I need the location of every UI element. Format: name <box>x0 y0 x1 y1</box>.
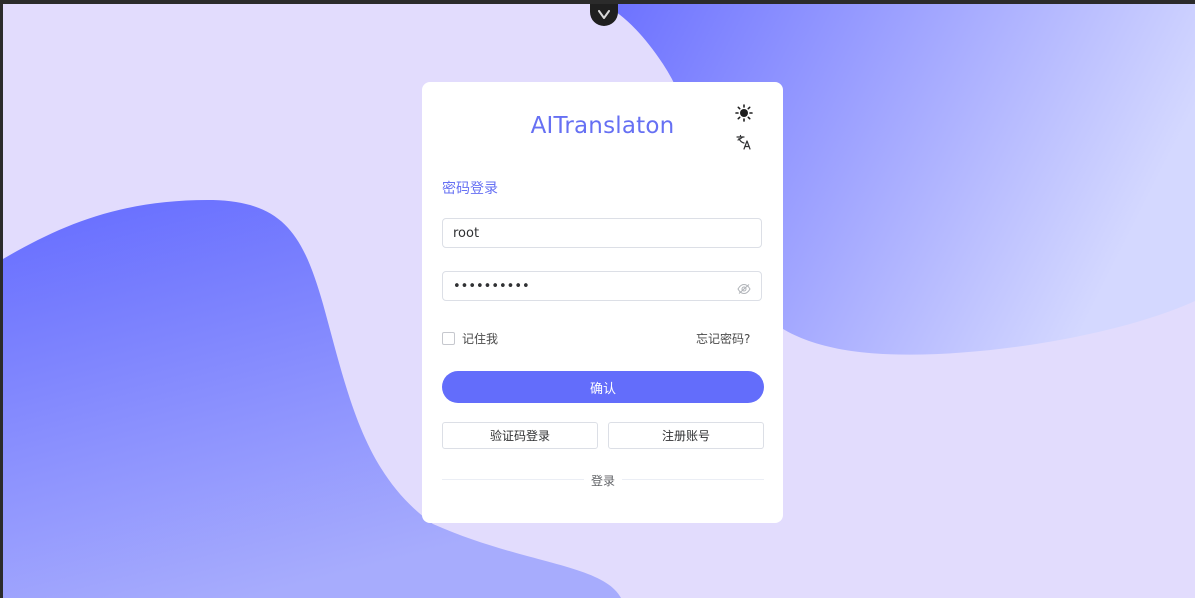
username-field[interactable] <box>442 218 762 248</box>
language-toggle[interactable] <box>735 133 753 151</box>
password-input[interactable] <box>453 272 723 300</box>
divider-label: 登录 <box>590 474 615 488</box>
remember-checkbox[interactable] <box>442 332 455 345</box>
register-button[interactable]: 注册账号 <box>608 422 764 449</box>
app-title: AITranslaton <box>530 113 675 139</box>
confirm-button[interactable]: 确认 <box>442 371 764 403</box>
divider-line-right <box>622 479 764 480</box>
login-mode-title: 密码登录 <box>442 181 498 197</box>
chevron-down-icon <box>598 10 610 19</box>
sun-icon <box>735 104 753 122</box>
password-visibility-toggle[interactable] <box>737 280 751 295</box>
translate-icon <box>736 134 751 150</box>
login-divider: 登录 <box>442 472 764 488</box>
username-input[interactable] <box>453 219 723 247</box>
forgot-password-link[interactable]: 忘记密码? <box>696 330 750 347</box>
theme-toggle[interactable] <box>735 104 753 122</box>
password-field[interactable] <box>442 271 762 301</box>
remember-label: 记住我 <box>462 332 499 346</box>
remember-me[interactable]: 记住我 <box>442 330 498 347</box>
code-login-button[interactable]: 验证码登录 <box>442 422 598 449</box>
login-card: AITranslaton 密码登录 root •••••••••• 记住我 忘记… <box>422 82 783 523</box>
eye-icon <box>737 283 751 295</box>
page: AITranslaton 密码登录 root •••••••••• 记住我 忘记… <box>0 0 1195 598</box>
